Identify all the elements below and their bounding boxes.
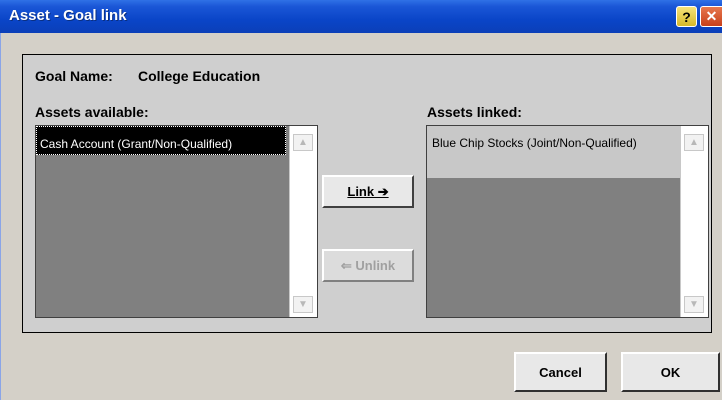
assets-linked-header: Assets linked: [427,104,522,120]
chevron-up-icon[interactable]: ▲ [684,134,704,151]
cancel-button[interactable]: Cancel [514,352,607,392]
unlink-button[interactable]: ⇐ Unlink [322,249,414,282]
assets-available-list[interactable]: Cash Account (Grant/Non-Qualified) ▲ ▼ [35,125,318,318]
close-icon: ✕ [705,8,718,24]
chevron-down-icon[interactable]: ▼ [684,296,704,313]
assets-available-header: Assets available: [35,104,149,120]
goal-name-label: Goal Name: [35,68,113,84]
list-item[interactable]: Cash Account (Grant/Non-Qualified) [36,126,286,155]
link-button[interactable]: Link ➔ [322,175,414,208]
help-icon: ? [682,8,691,25]
window-frame-left [0,33,1,400]
chevron-up-icon[interactable]: ▲ [293,134,313,151]
close-button[interactable]: ✕ [700,6,722,27]
assets-linked-scrollbar[interactable]: ▲ ▼ [680,126,708,317]
ok-button[interactable]: OK [621,352,720,392]
window-title: Asset - Goal link [9,7,127,24]
assets-available-scrollbar[interactable]: ▲ ▼ [289,126,317,317]
assets-linked-list[interactable]: Blue Chip Stocks (Joint/Non-Qualified) ▲… [426,125,709,318]
help-button[interactable]: ? [676,6,697,27]
goal-name-value: College Education [138,68,261,84]
chevron-down-icon[interactable]: ▼ [293,296,313,313]
list-item[interactable]: Blue Chip Stocks (Joint/Non-Qualified) [427,126,682,178]
title-bar[interactable]: Asset - Goal link ? ✕ [0,0,722,33]
